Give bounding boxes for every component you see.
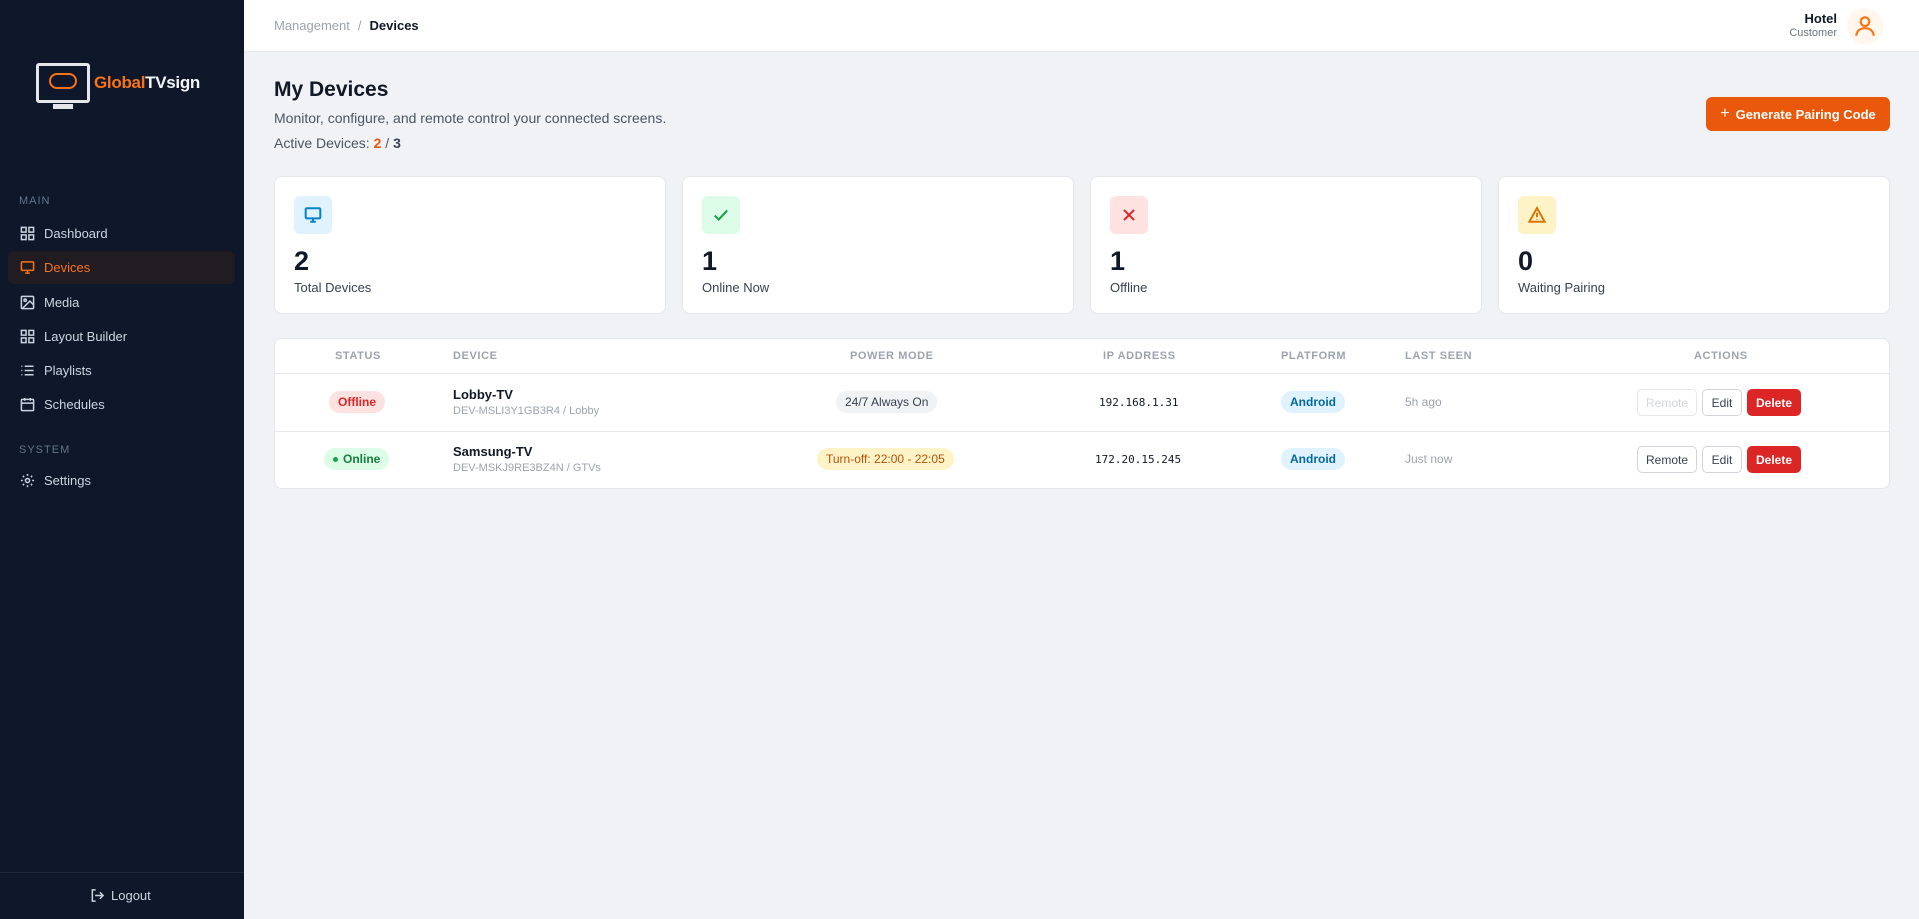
- user-name: Hotel: [1804, 11, 1838, 26]
- stat-card-offline: 1 Offline: [1090, 176, 1482, 314]
- remote-button[interactable]: Remote: [1637, 389, 1697, 416]
- sidebar-item-schedules[interactable]: Schedules: [8, 388, 235, 421]
- sidebar-item-dashboard[interactable]: Dashboard: [8, 217, 235, 250]
- online-dot-icon: [333, 456, 338, 462]
- edit-button[interactable]: Edit: [1702, 446, 1742, 473]
- ip-address: 172.20.15.245: [1095, 453, 1182, 466]
- stat-label: Total Devices: [294, 280, 372, 295]
- column-header-actions: ACTIONS: [1694, 350, 1748, 362]
- device-id: DEV-MSKJ9RE3BZ4N / GTVs: [453, 462, 601, 474]
- platform-badge: Android: [1281, 391, 1345, 413]
- active-devices: Active Devices: 2 / 3: [274, 135, 401, 151]
- stat-label: Waiting Pairing: [1518, 280, 1605, 295]
- page-subtitle: Monitor, configure, and remote control y…: [274, 110, 667, 126]
- table-row[interactable]: Offline Lobby-TV DEV-MSLI3Y1GB3R4 / Lobb…: [275, 374, 1889, 431]
- user-icon: [1855, 16, 1875, 36]
- sidebar-item-label: Playlists: [44, 363, 92, 378]
- sidebar-item-label: Settings: [44, 473, 91, 488]
- sidebar-item-media[interactable]: Media: [8, 286, 235, 319]
- layout-icon: [19, 329, 35, 345]
- sidebar-item-label: Media: [44, 295, 80, 310]
- plus-icon: +: [1720, 105, 1730, 122]
- sidebar-item-label: Dashboard: [44, 226, 108, 241]
- table-row[interactable]: Online Samsung-TV DEV-MSKJ9RE3BZ4N / GTV…: [275, 431, 1889, 488]
- logout-icon: [91, 889, 105, 902]
- monitor-icon: [19, 260, 35, 276]
- generate-pairing-code-button[interactable]: + Generate Pairing Code: [1706, 97, 1890, 131]
- page-title: My Devices: [274, 78, 389, 101]
- breadcrumb-current: Devices: [369, 18, 419, 33]
- user-role: Customer: [1789, 27, 1837, 39]
- sidebar-item-label: Schedules: [44, 397, 105, 412]
- delete-button[interactable]: Delete: [1747, 389, 1801, 416]
- avatar[interactable]: [1847, 8, 1883, 44]
- last-seen: 5h ago: [1405, 395, 1442, 409]
- device-name: Samsung-TV: [453, 444, 533, 459]
- x-icon: [1110, 196, 1148, 234]
- stat-value: 0: [1518, 246, 1534, 276]
- sidebar: GlobalTVsign MAIN Dashboard Devices Medi…: [0, 0, 244, 919]
- stat-card-total-devices: 2 Total Devices: [274, 176, 666, 314]
- last-seen: Just now: [1405, 452, 1453, 466]
- status-badge: Offline: [329, 391, 385, 413]
- sidebar-item-layout-builder[interactable]: Layout Builder: [8, 320, 235, 353]
- remote-button[interactable]: Remote: [1637, 446, 1697, 473]
- column-header-last-seen: LAST SEEN: [1405, 350, 1473, 362]
- power-mode-badge: Turn-off: 22:00 - 22:05: [817, 448, 954, 470]
- topbar: Management / Devices Hotel Customer: [244, 0, 1919, 52]
- grid-icon: [19, 226, 35, 242]
- logout-button[interactable]: Logout: [90, 888, 151, 903]
- breadcrumb-separator: /: [357, 18, 362, 33]
- logo-monitor-icon: [36, 63, 90, 109]
- column-header-platform: PLATFORM: [1281, 350, 1347, 362]
- sidebar-item-devices[interactable]: Devices: [8, 251, 235, 284]
- column-header-status: STATUS: [335, 350, 381, 362]
- monitor-icon: [294, 196, 332, 234]
- device-name: Lobby-TV: [453, 387, 513, 402]
- delete-button[interactable]: Delete: [1747, 446, 1801, 473]
- stat-value: 2: [294, 246, 310, 276]
- breadcrumb: Management / Devices: [274, 18, 419, 33]
- check-icon: [702, 196, 740, 234]
- column-header-device: DEVICE: [453, 350, 498, 362]
- active-devices-separator: /: [385, 135, 390, 151]
- logo[interactable]: GlobalTVsign: [36, 60, 206, 109]
- column-header-power-mode: POWER MODE: [850, 350, 934, 362]
- stat-value: 1: [702, 246, 718, 276]
- status-text: Online: [343, 452, 381, 466]
- list-icon: [19, 363, 35, 379]
- ip-address: 192.168.1.31: [1099, 396, 1179, 409]
- sidebar-divider: [0, 872, 244, 873]
- sidebar-item-label: Devices: [44, 260, 91, 275]
- edit-button[interactable]: Edit: [1702, 389, 1742, 416]
- gear-icon: [19, 473, 35, 489]
- image-icon: [19, 295, 35, 311]
- generate-pairing-code-label: Generate Pairing Code: [1735, 106, 1876, 122]
- nav-section-system: SYSTEM: [19, 444, 71, 456]
- stat-card-waiting-pairing: 0 Waiting Pairing: [1498, 176, 1890, 314]
- logo-cloud-icon: [49, 73, 77, 89]
- active-devices-label: Active Devices:: [274, 135, 370, 151]
- warning-icon: [1518, 196, 1556, 234]
- stat-value: 1: [1110, 246, 1126, 276]
- device-id: DEV-MSLI3Y1GB3R4 / Lobby: [453, 405, 600, 417]
- stat-label: Offline: [1110, 280, 1148, 295]
- nav-section-main: MAIN: [19, 195, 51, 207]
- calendar-icon: [19, 397, 35, 413]
- status-badge: Online: [324, 448, 390, 470]
- logo-text: GlobalTVsign: [94, 73, 200, 92]
- devices-table: STATUS DEVICE POWER MODE IP ADDRESS PLAT…: [274, 338, 1890, 489]
- stat-label: Online Now: [702, 280, 770, 295]
- sidebar-item-playlists[interactable]: Playlists: [8, 354, 235, 387]
- logout-label: Logout: [111, 888, 151, 903]
- sidebar-item-label: Layout Builder: [44, 329, 128, 344]
- active-devices-max: 3: [393, 135, 401, 151]
- breadcrumb-management[interactable]: Management: [274, 18, 350, 33]
- active-devices-count: 2: [373, 135, 382, 151]
- power-mode-badge: 24/7 Always On: [836, 391, 938, 413]
- sidebar-item-settings[interactable]: Settings: [8, 464, 235, 497]
- stat-card-online-now: 1 Online Now: [682, 176, 1074, 314]
- column-header-ip-address: IP ADDRESS: [1103, 350, 1176, 362]
- platform-badge: Android: [1281, 448, 1345, 470]
